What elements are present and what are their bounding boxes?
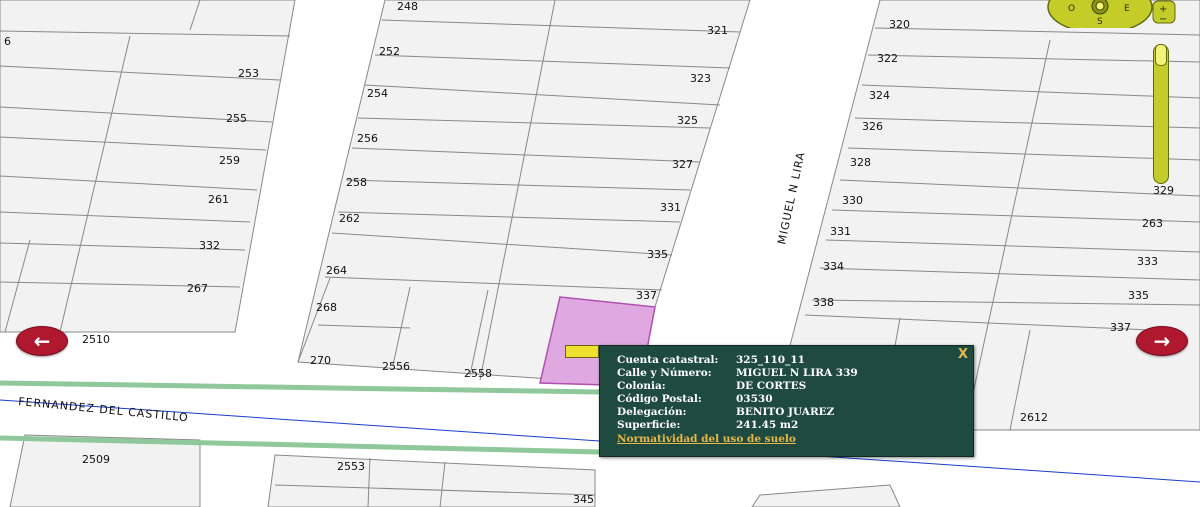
popup-row-label: Colonia: xyxy=(617,380,666,392)
lot-number: 331 xyxy=(660,201,681,214)
lot-number: 256 xyxy=(357,132,378,145)
zoom-out-button[interactable]: − xyxy=(1159,14,1167,25)
lot-number: 254 xyxy=(367,87,388,100)
popup-row-value: 03530 xyxy=(736,393,773,405)
lot-number: 327 xyxy=(672,158,693,171)
popup-row-label: Superficie: xyxy=(617,419,681,431)
lot-number: 335 xyxy=(1128,289,1149,302)
block-bottom-center xyxy=(267,454,596,507)
lot-number: 329 xyxy=(1153,184,1174,197)
lot-number: 268 xyxy=(316,301,337,314)
lot-number: 264 xyxy=(326,264,347,277)
popup-row-value: 325_110_11 xyxy=(736,354,805,366)
zoom-slider-thumb[interactable] xyxy=(1155,44,1167,66)
lot-number: 326 xyxy=(862,120,883,133)
compass-pin-icon xyxy=(1095,1,1105,11)
popup-row-value: BENITO JUAREZ xyxy=(736,406,835,418)
block-left xyxy=(0,0,296,333)
block-bottom-right xyxy=(751,484,901,507)
popup-row-value: 241.45 m2 xyxy=(736,419,799,431)
lot-number: 2556 xyxy=(382,360,410,373)
lot-number: 320 xyxy=(889,18,910,31)
lot-number: 252 xyxy=(379,45,400,58)
block-center xyxy=(297,0,751,386)
lot-number: 337 xyxy=(636,289,657,302)
compass-west-label[interactable]: O xyxy=(1068,4,1075,14)
popup-row: Delegación: BENITO JUAREZ xyxy=(617,406,834,418)
lot-number: 331 xyxy=(830,225,851,238)
lot-number: 267 xyxy=(187,282,208,295)
popup-row-value: DE CORTES xyxy=(736,380,807,392)
green-band-top xyxy=(0,380,601,395)
popup-close-button[interactable]: X xyxy=(958,347,968,362)
arrow-right-icon: → xyxy=(1153,329,1171,353)
lot-number: 330 xyxy=(842,194,863,207)
compass-east-label[interactable]: E xyxy=(1124,4,1130,14)
lot-number: 325 xyxy=(677,114,698,127)
lot-number: 2553 xyxy=(337,460,365,473)
lot-number: 2510 xyxy=(82,333,110,346)
street-name-fernandez-del-castillo: FERNANDEZ DEL CASTILLO xyxy=(18,395,190,424)
compass-south-label[interactable]: S xyxy=(1097,17,1103,27)
lot-number: 321 xyxy=(707,24,728,37)
lot-number: 2612 xyxy=(1020,411,1048,424)
lot-number: 258 xyxy=(346,176,367,189)
lot-number: 261 xyxy=(208,193,229,206)
popup-row: Colonia: DE CORTES xyxy=(617,380,806,392)
lot-number-partial: 6 xyxy=(4,35,11,48)
lot-number: 253 xyxy=(238,67,259,80)
street-name-miguel-n-lira: MIGUEL N LIRA xyxy=(775,150,807,245)
popup-row-label: Cuenta catastral: xyxy=(617,354,719,366)
lot-number: 332 xyxy=(199,239,220,252)
lot-number: 259 xyxy=(219,154,240,167)
lot-number: 270 xyxy=(310,354,331,367)
parcel-info-popup: X Cuenta catastral: 325_110_11 Calle y Nú… xyxy=(599,345,974,457)
map-viewport[interactable]: 253 255 259 261 332 267 2510 6 248 252 2… xyxy=(0,0,1200,507)
popup-pointer-flag xyxy=(565,345,599,358)
lot-number: 248 xyxy=(397,0,418,13)
lot-number: 263 xyxy=(1142,217,1163,230)
lot-number: 335 xyxy=(647,248,668,261)
lot-number: 323 xyxy=(690,72,711,85)
popup-row: Cuenta catastral: 325_110_11 xyxy=(617,354,805,366)
lot-number: 337 xyxy=(1110,321,1131,334)
lot-number: 322 xyxy=(877,52,898,65)
popup-row-label: Código Postal: xyxy=(617,393,702,405)
block-bottom-left xyxy=(9,434,201,507)
lot-number: 262 xyxy=(339,212,360,225)
popup-row-label: Calle y Número: xyxy=(617,367,712,379)
lot-number: 255 xyxy=(226,112,247,125)
lot-number: 2509 xyxy=(82,453,110,466)
land-use-regulation-link[interactable]: Normatividad del uso de suelo xyxy=(617,433,796,445)
lot-number: 338 xyxy=(813,296,834,309)
popup-row: Calle y Número: MIGUEL N LIRA 339 xyxy=(617,367,858,379)
lot-number: 328 xyxy=(850,156,871,169)
lot-number: 2558 xyxy=(464,367,492,380)
lot-number: 333 xyxy=(1137,255,1158,268)
compass-control[interactable]: O S E + − xyxy=(1045,0,1181,28)
lot-number: 334 xyxy=(823,260,844,273)
arrow-left-icon: ← xyxy=(33,329,51,353)
pan-left-button[interactable]: ← xyxy=(16,326,68,356)
pan-right-button[interactable]: → xyxy=(1136,326,1188,356)
popup-row: Superficie: 241.45 m2 xyxy=(617,419,798,431)
lot-number: 324 xyxy=(869,89,890,102)
lot-number: 345 xyxy=(573,493,594,506)
popup-row-value: MIGUEL N LIRA 339 xyxy=(736,367,858,379)
popup-row-label: Delegación: xyxy=(617,406,687,418)
popup-row: Código Postal: 03530 xyxy=(617,393,773,405)
